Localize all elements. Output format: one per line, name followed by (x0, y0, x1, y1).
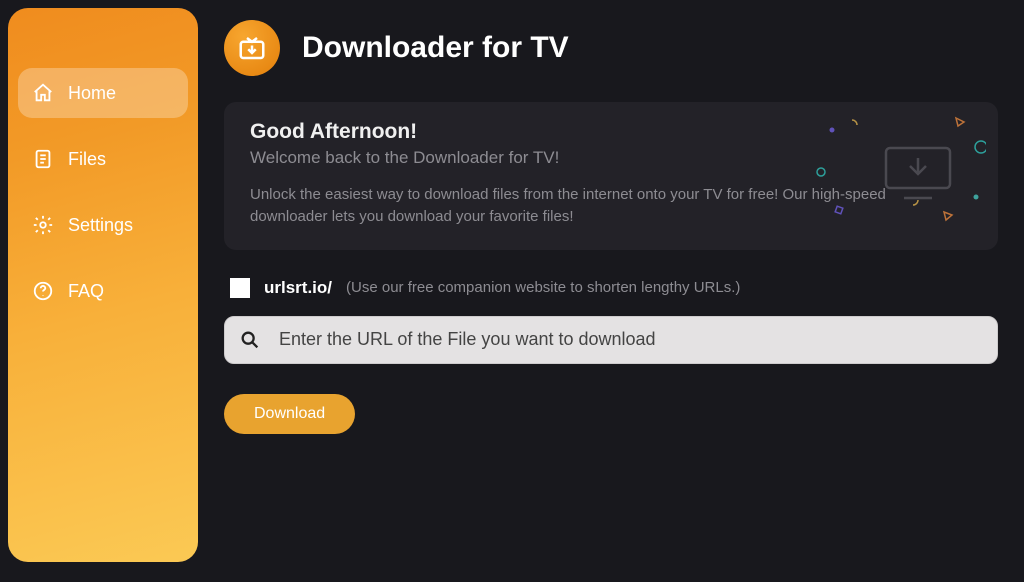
sidebar: Home Files Settings FAQ (8, 8, 198, 562)
app-logo (224, 20, 280, 76)
sidebar-item-label: Home (68, 83, 116, 104)
welcome-card: Good Afternoon! Welcome back to the Down… (224, 102, 998, 250)
url-shorten-row: urlsrt.io/ (Use our free companion websi… (224, 278, 998, 298)
sidebar-item-settings[interactable]: Settings (18, 200, 188, 250)
url-prefix: urlsrt.io/ (264, 278, 332, 298)
sidebar-item-label: FAQ (68, 281, 104, 302)
sidebar-item-faq[interactable]: FAQ (18, 266, 188, 316)
urlshorten-checkbox[interactable] (230, 278, 250, 298)
sidebar-item-files[interactable]: Files (18, 134, 188, 184)
url-hint: (Use our free companion website to short… (346, 279, 740, 296)
faq-icon (32, 280, 54, 302)
sidebar-item-label: Files (68, 149, 106, 170)
settings-icon (32, 214, 54, 236)
url-input[interactable] (279, 329, 983, 350)
header: Downloader for TV (224, 20, 998, 76)
main-content: Downloader for TV Good Afternoon! Welcom… (198, 0, 1024, 582)
monitor-download-icon (882, 144, 954, 204)
sidebar-item-home[interactable]: Home (18, 68, 188, 118)
tv-download-icon (237, 33, 267, 63)
app-title: Downloader for TV (302, 31, 569, 65)
files-icon (32, 148, 54, 170)
search-icon (239, 329, 261, 351)
home-icon (32, 82, 54, 104)
url-input-container[interactable] (224, 316, 998, 364)
sidebar-item-label: Settings (68, 215, 133, 236)
download-button[interactable]: Download (224, 394, 355, 434)
card-description: Unlock the easiest way to download files… (250, 184, 890, 228)
